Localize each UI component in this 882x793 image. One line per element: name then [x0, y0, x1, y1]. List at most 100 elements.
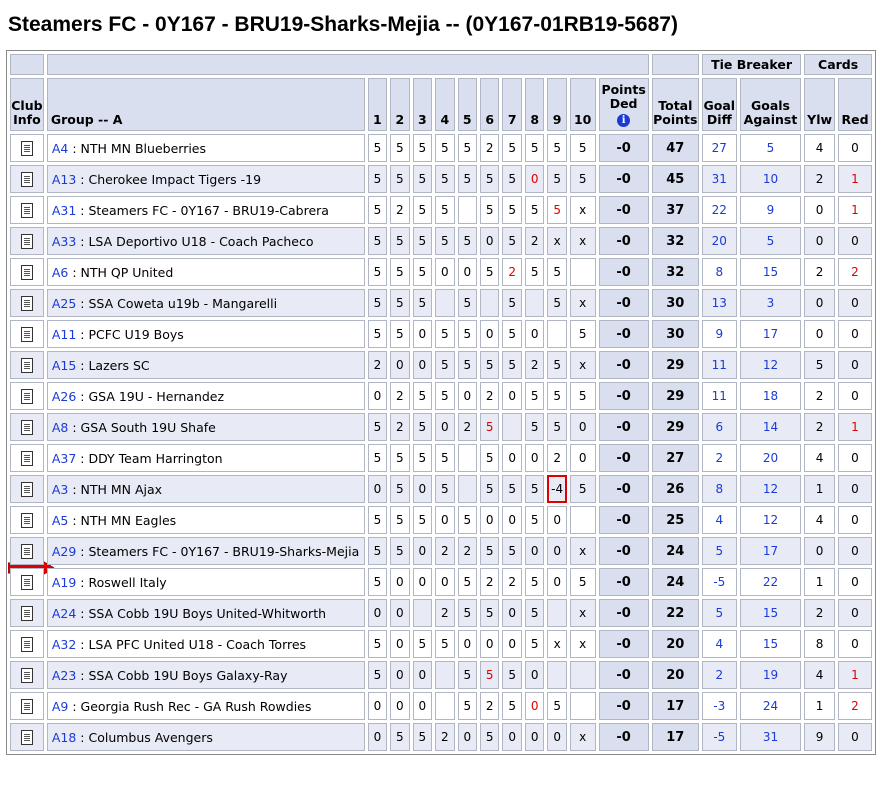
club-info-cell[interactable]: [10, 165, 44, 193]
game-score-cell: 5: [480, 537, 500, 565]
team-code-link[interactable]: A11: [52, 327, 76, 342]
team-code-link[interactable]: A6: [52, 265, 69, 280]
club-info-cell[interactable]: [10, 599, 44, 627]
table-row: A9 : Georgia Rush Rec - GA Rush Rowdies 0…: [10, 692, 872, 720]
game-score-cell: 5: [524, 599, 545, 627]
club-info-cell[interactable]: [10, 630, 44, 658]
team-code-link[interactable]: A37: [52, 451, 76, 466]
game-score-cell: 5: [367, 165, 388, 193]
game-score-cell: 5: [502, 196, 522, 224]
team-code-link[interactable]: A26: [52, 389, 76, 404]
club-info-cell[interactable]: [10, 227, 44, 255]
club-info-cell[interactable]: [10, 692, 44, 720]
document-icon[interactable]: [20, 667, 33, 683]
club-info-cell[interactable]: [10, 723, 44, 751]
club-info-cell[interactable]: [10, 382, 44, 410]
game-score-cell: 5: [390, 444, 410, 472]
club-info-cell[interactable]: [10, 351, 44, 379]
game-score-cell: 5: [480, 661, 500, 689]
team-code-link[interactable]: A31: [52, 203, 76, 218]
club-info-cell[interactable]: [10, 506, 44, 534]
document-icon[interactable]: [20, 326, 33, 342]
game-score-cell: 5: [367, 568, 388, 596]
game-score-cell: 5: [390, 134, 410, 162]
goal-diff-header: Goal Diff: [701, 78, 737, 131]
team-code-link[interactable]: A9: [52, 699, 69, 714]
yellow-cards-cell: 2: [804, 382, 835, 410]
game-score-cell: 0: [524, 444, 545, 472]
document-icon[interactable]: [20, 512, 33, 528]
document-icon[interactable]: [20, 171, 33, 187]
yellow-cards-cell: 4: [804, 444, 835, 472]
team-code-link[interactable]: A3: [52, 482, 69, 497]
team-code-link[interactable]: A15: [52, 358, 76, 373]
document-icon[interactable]: [20, 388, 33, 404]
game-score-cell: 5: [435, 320, 455, 348]
document-icon[interactable]: [20, 419, 33, 435]
team-separator: :: [76, 295, 89, 311]
team-code-link[interactable]: A29: [52, 544, 76, 559]
club-info-cell[interactable]: [10, 258, 44, 286]
document-icon[interactable]: [20, 481, 33, 497]
club-info-cell[interactable]: [10, 537, 44, 565]
document-icon[interactable]: [20, 636, 33, 652]
game-score-cell: 5: [457, 692, 477, 720]
game-score-cell: 5: [502, 475, 522, 503]
club-info-cell[interactable]: [10, 475, 44, 503]
goals-against-cell: 9: [739, 196, 802, 224]
document-icon[interactable]: [20, 543, 33, 559]
club-info-cell[interactable]: [10, 196, 44, 224]
team-code-link[interactable]: A33: [52, 234, 76, 249]
group-cell: A33 : LSA Deportivo U18 - Coach Pacheco: [46, 227, 365, 255]
document-icon[interactable]: [20, 605, 33, 621]
document-icon[interactable]: [20, 357, 33, 373]
document-icon[interactable]: [20, 264, 33, 280]
team-separator: :: [68, 264, 81, 280]
info-icon[interactable]: i: [617, 114, 631, 127]
team-code-link[interactable]: A19: [52, 575, 76, 590]
team-separator: :: [76, 450, 89, 466]
document-icon[interactable]: [20, 574, 33, 590]
tie-breaker-header: Tie Breaker: [701, 54, 802, 75]
document-icon[interactable]: [20, 698, 33, 714]
game-score-cell: [457, 196, 477, 224]
goal-diff-cell: -3: [701, 692, 737, 720]
team-code-link[interactable]: A5: [52, 513, 69, 528]
game-score-cell: 5: [524, 506, 545, 534]
game-score-cell: 0: [435, 568, 455, 596]
team-code-link[interactable]: A4: [52, 141, 69, 156]
red-cards-cell: 0: [838, 475, 872, 503]
club-info-cell[interactable]: [10, 134, 44, 162]
game-score-cell: 2: [480, 568, 500, 596]
table-row: A18 : Columbus Avengers 0 5 5 2 0 5 0 0 0 x -0 17 -5 3…: [10, 723, 872, 751]
document-icon[interactable]: [20, 140, 33, 156]
total-points-label: Total Points: [653, 98, 698, 127]
document-icon[interactable]: [20, 233, 33, 249]
document-icon[interactable]: [20, 202, 33, 218]
club-info-cell[interactable]: [10, 568, 44, 596]
team-code-link[interactable]: A13: [52, 172, 76, 187]
document-icon[interactable]: [20, 729, 33, 745]
club-info-cell[interactable]: [10, 413, 44, 441]
team-code-link[interactable]: A24: [52, 606, 76, 621]
game-score-cell: 0: [502, 599, 522, 627]
club-info-cell[interactable]: [10, 661, 44, 689]
document-icon[interactable]: [20, 295, 33, 311]
points-ded-cell: -0: [598, 630, 649, 658]
team-code-link[interactable]: A23: [52, 668, 76, 683]
club-info-cell[interactable]: [10, 444, 44, 472]
goals-against-cell: 17: [739, 320, 802, 348]
team-code-link[interactable]: A32: [52, 637, 76, 652]
game-score-cell: 5: [367, 134, 388, 162]
team-code-link[interactable]: A8: [52, 420, 69, 435]
document-icon[interactable]: [20, 450, 33, 466]
yellow-cards-cell: 9: [804, 723, 835, 751]
team-code-link[interactable]: A25: [52, 296, 76, 311]
game-score-cell: 5: [435, 444, 455, 472]
red-cards-cell: 0: [838, 320, 872, 348]
team-code-link[interactable]: A18: [52, 730, 76, 745]
club-info-cell[interactable]: [10, 289, 44, 317]
total-points-cell: 45: [651, 165, 699, 193]
game-score-cell: 5: [367, 537, 388, 565]
club-info-cell[interactable]: [10, 320, 44, 348]
